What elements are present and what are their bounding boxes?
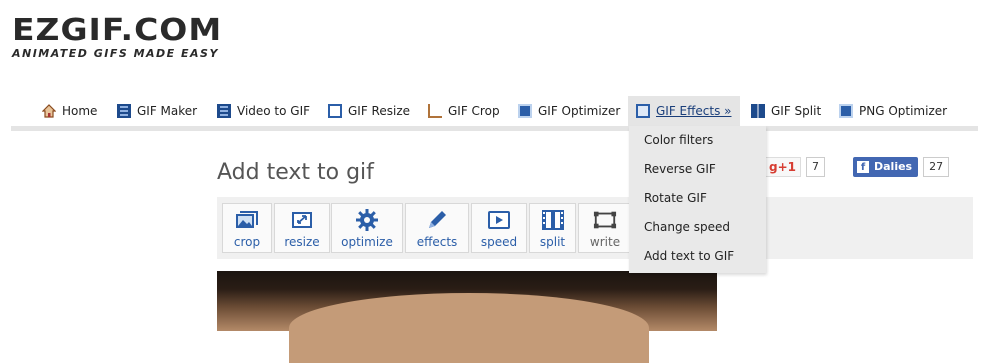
dropdown-item-reverse-gif[interactable]: Reverse GIF bbox=[629, 155, 766, 184]
tool-write[interactable]: write bbox=[578, 203, 632, 253]
crop-image-icon bbox=[235, 209, 259, 231]
nav-png-optimizer[interactable]: PNG Optimizer bbox=[839, 96, 947, 126]
gplus-button[interactable]: g+1 bbox=[764, 157, 801, 177]
page-title: Add text to gif bbox=[217, 160, 374, 185]
tool-optimize[interactable]: optimize bbox=[331, 203, 403, 253]
resize-icon bbox=[328, 104, 342, 118]
tool-resize[interactable]: resize bbox=[274, 203, 330, 253]
optimizer-icon bbox=[839, 104, 853, 118]
gear-icon bbox=[355, 209, 379, 231]
tool-label: crop bbox=[233, 235, 261, 249]
gplus-widget: g+1 7 bbox=[764, 157, 825, 177]
logo-tagline: ANIMATED GIFS MADE EASY bbox=[12, 47, 219, 60]
film-icon bbox=[217, 104, 231, 118]
gif-effects-dropdown: Color filters Reverse GIF Rotate GIF Cha… bbox=[629, 126, 766, 273]
nav-gif-optimizer[interactable]: GIF Optimizer bbox=[518, 96, 620, 126]
nav-gif-maker[interactable]: GIF Maker bbox=[117, 96, 197, 126]
play-icon bbox=[487, 209, 511, 231]
nav-gif-effects[interactable]: GIF Effects » bbox=[628, 96, 740, 126]
dropdown-item-change-speed[interactable]: Change speed bbox=[629, 213, 766, 242]
tool-label: optimize bbox=[341, 235, 393, 249]
facebook-like-button[interactable]: f Dalies bbox=[853, 157, 919, 177]
tool-effects[interactable]: effects bbox=[405, 203, 469, 253]
nav-gif-split[interactable]: GIF Split bbox=[751, 96, 821, 126]
facebook-count: 27 bbox=[923, 157, 950, 177]
nav-divider bbox=[11, 126, 978, 131]
nav-label: GIF Optimizer bbox=[538, 104, 621, 118]
facebook-button-label: Dalies bbox=[874, 160, 913, 173]
effects-icon bbox=[636, 104, 650, 118]
nav-label: Video to GIF bbox=[237, 104, 311, 118]
tool-speed[interactable]: speed bbox=[471, 203, 527, 253]
tool-label: effects bbox=[416, 235, 458, 249]
text-frame-icon bbox=[593, 209, 617, 231]
site-logo[interactable]: EZGIF.COM ANIMATED GIFS MADE EASY bbox=[12, 14, 222, 60]
tool-crop[interactable]: crop bbox=[222, 203, 272, 253]
facebook-widget: f Dalies 27 bbox=[853, 157, 950, 177]
crop-icon bbox=[428, 104, 442, 118]
nav-label: GIF Maker bbox=[137, 104, 198, 118]
nav-gif-crop[interactable]: GIF Crop bbox=[428, 96, 500, 126]
nav-label: GIF Effects » bbox=[656, 104, 732, 118]
gplus-count: 7 bbox=[806, 157, 825, 177]
home-icon bbox=[41, 104, 57, 118]
split-icon bbox=[751, 104, 765, 118]
gif-preview-image bbox=[217, 271, 717, 363]
tool-label: split bbox=[539, 235, 566, 249]
dropdown-item-rotate-gif[interactable]: Rotate GIF bbox=[629, 184, 766, 213]
resize-icon bbox=[290, 209, 314, 231]
tool-label: resize bbox=[284, 235, 320, 249]
nav-gif-resize[interactable]: GIF Resize bbox=[328, 96, 410, 126]
nav-label: GIF Crop bbox=[448, 104, 500, 118]
nav-label: GIF Resize bbox=[348, 104, 411, 118]
tool-label: write bbox=[589, 235, 621, 249]
nav-label: GIF Split bbox=[771, 104, 822, 118]
nav-label: PNG Optimizer bbox=[859, 104, 948, 118]
film-strip-icon bbox=[541, 209, 565, 231]
main-nav: Home GIF Maker Video to GIF GIF Resize G… bbox=[0, 96, 986, 126]
optimizer-icon bbox=[518, 104, 532, 118]
tool-toolbar: crop resize optimize effects speed split bbox=[217, 197, 973, 259]
facebook-icon: f bbox=[857, 161, 869, 173]
pencil-icon bbox=[425, 209, 449, 231]
dropdown-item-color-filters[interactable]: Color filters bbox=[629, 126, 766, 155]
tool-split[interactable]: split bbox=[529, 203, 576, 253]
preview-subject bbox=[289, 293, 649, 363]
logo-wordmark: EZGIF.COM bbox=[12, 11, 223, 48]
dropdown-item-add-text-to-gif[interactable]: Add text to GIF bbox=[629, 242, 766, 271]
nav-label: Home bbox=[62, 104, 98, 118]
film-icon bbox=[117, 104, 131, 118]
tool-label: speed bbox=[480, 235, 518, 249]
nav-video-to-gif[interactable]: Video to GIF bbox=[217, 96, 310, 126]
nav-home[interactable]: Home bbox=[41, 96, 98, 126]
